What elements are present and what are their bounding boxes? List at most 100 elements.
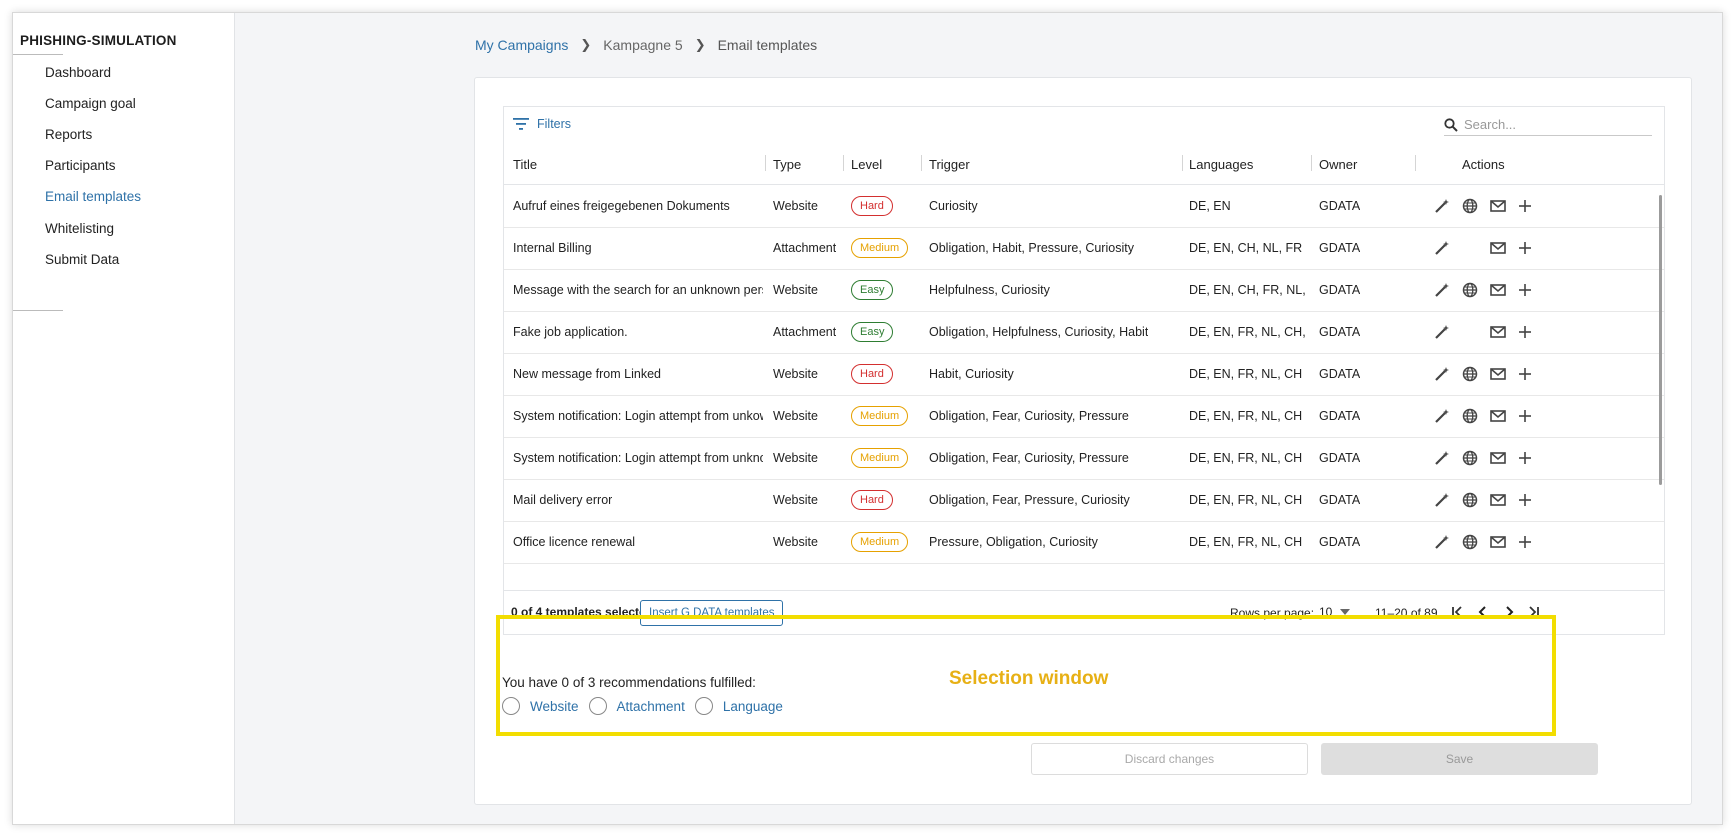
preview-email-button[interactable] (1489, 450, 1507, 468)
cell-owner: GDATA (1319, 409, 1361, 423)
table-row[interactable]: Fake job application. Attachment Easy Oblig… (504, 312, 1664, 354)
cell-type: Website (773, 199, 818, 213)
column-header-actions: Actions (1462, 157, 1505, 172)
add-template-button[interactable] (1516, 534, 1534, 552)
edit-template-button[interactable] (1433, 198, 1451, 216)
cell-owner: GDATA (1319, 199, 1361, 213)
preview-email-button[interactable] (1489, 324, 1507, 342)
table-row[interactable]: Office licence renewal Website Medium Press… (504, 522, 1664, 564)
table-row[interactable]: System notification: Login attempt from … (504, 396, 1664, 438)
cell-type: Attachment (773, 241, 837, 255)
cell-title: Internal Billing (513, 241, 592, 255)
landing-page-button[interactable] (1461, 198, 1479, 216)
globe-icon (1462, 198, 1478, 217)
sidebar-item-dashboard[interactable]: Dashboard (45, 65, 111, 80)
edit-template-button[interactable] (1433, 366, 1451, 384)
discard-changes-button[interactable]: Discard changes (1031, 743, 1308, 775)
plus-icon (1518, 367, 1532, 384)
mail-icon (1490, 367, 1506, 384)
cell-trigger: Obligation, Habit, Pressure, Curiosity (929, 241, 1134, 255)
mail-icon (1490, 409, 1506, 426)
cell-trigger: Obligation, Fear, Pressure, Curiosity (929, 493, 1130, 507)
level-badge: Hard (851, 364, 893, 384)
edit-wand-icon (1434, 366, 1450, 385)
add-template-button[interactable] (1516, 240, 1534, 258)
preview-email-button[interactable] (1489, 240, 1507, 258)
preview-email-button[interactable] (1489, 366, 1507, 384)
cell-languages: DE, EN (1189, 199, 1231, 213)
add-template-button[interactable] (1516, 492, 1534, 510)
preview-email-button[interactable] (1489, 534, 1507, 552)
chevron-right-icon: ❯ (580, 37, 592, 52)
preview-email-button[interactable] (1489, 198, 1507, 216)
breadcrumb: My Campaigns ❯ Kampagne 5 ❯ Email templa… (475, 37, 817, 53)
save-button[interactable]: Save (1321, 743, 1598, 775)
column-header-level[interactable]: Level (851, 157, 882, 172)
add-template-button[interactable] (1516, 366, 1534, 384)
sidebar-item-participants[interactable]: Participants (45, 158, 116, 173)
landing-page-button[interactable] (1461, 366, 1479, 384)
preview-email-button[interactable] (1489, 492, 1507, 510)
edit-template-button[interactable] (1433, 534, 1451, 552)
plus-icon (1518, 241, 1532, 258)
cell-type: Website (773, 493, 818, 507)
edit-template-button[interactable] (1433, 408, 1451, 426)
column-header-title[interactable]: Title (513, 157, 537, 172)
search-box[interactable] (1444, 114, 1652, 136)
add-template-button[interactable] (1516, 450, 1534, 468)
plus-icon (1518, 409, 1532, 426)
add-template-button[interactable] (1516, 282, 1534, 300)
cell-type: Website (773, 367, 818, 381)
sidebar-item-submit-data[interactable]: Submit Data (45, 252, 119, 267)
column-header-languages[interactable]: Languages (1189, 157, 1253, 172)
table-row[interactable]: Mail delivery error Website Hard Obligation… (504, 480, 1664, 522)
level-badge: Medium (851, 532, 909, 552)
preview-email-button[interactable] (1489, 282, 1507, 300)
sidebar-item-reports[interactable]: Reports (45, 127, 92, 142)
plus-icon (1518, 451, 1532, 468)
breadcrumb-campaign[interactable]: Kampagne 5 (603, 37, 682, 53)
add-template-button[interactable] (1516, 408, 1534, 426)
column-header-trigger[interactable]: Trigger (929, 157, 970, 172)
edit-wand-icon (1434, 408, 1450, 427)
sidebar-item-campaign-goal[interactable]: Campaign goal (45, 96, 136, 111)
search-input[interactable] (1464, 117, 1644, 132)
landing-page-button[interactable] (1461, 408, 1479, 426)
sidebar-item-email-templates[interactable]: Email templates (45, 189, 141, 204)
table-row[interactable]: New message from Linked Website Hard Habit,… (504, 354, 1664, 396)
cell-languages: DE, EN, FR, NL, CH (1189, 451, 1303, 465)
landing-page-button[interactable] (1461, 492, 1479, 510)
add-template-button[interactable] (1516, 198, 1534, 216)
table-row[interactable]: Internal Billing Attachment Medium Obligati… (504, 228, 1664, 270)
search-icon (1444, 117, 1458, 132)
divider (13, 54, 63, 55)
column-header-owner[interactable]: Owner (1319, 157, 1357, 172)
landing-page-button[interactable] (1461, 450, 1479, 468)
cell-title: Office licence renewal (513, 535, 636, 549)
edit-template-button[interactable] (1433, 492, 1451, 510)
landing-page-button[interactable] (1461, 534, 1479, 552)
edit-template-button[interactable] (1433, 282, 1451, 300)
mail-icon (1490, 283, 1506, 300)
divider (13, 310, 63, 311)
landing-page-button[interactable] (1461, 282, 1479, 300)
breadcrumb-current: Email templates (717, 37, 818, 53)
table-row[interactable]: Aufruf eines freigegebenen Dokuments Webs… (504, 186, 1664, 228)
preview-email-button[interactable] (1489, 408, 1507, 426)
edit-template-button[interactable] (1433, 450, 1451, 468)
cell-type: Website (773, 451, 818, 465)
table-scrollbar[interactable] (1659, 195, 1662, 485)
filters-button[interactable]: Filters (513, 117, 571, 131)
table-header: Title Type Level Trigger Languages Owner… (504, 147, 1664, 185)
edit-template-button[interactable] (1433, 240, 1451, 258)
plus-icon (1518, 199, 1532, 216)
edit-wand-icon (1434, 450, 1450, 469)
table-row[interactable]: Message with the search for an unknown p… (504, 270, 1664, 312)
column-header-type[interactable]: Type (773, 157, 801, 172)
table-row[interactable]: System notification: Login attempt from … (504, 438, 1664, 480)
globe-icon (1462, 492, 1478, 511)
breadcrumb-my-campaigns[interactable]: My Campaigns (475, 37, 568, 53)
add-template-button[interactable] (1516, 324, 1534, 342)
edit-template-button[interactable] (1433, 324, 1451, 342)
sidebar-item-whitelisting[interactable]: Whitelisting (45, 221, 114, 236)
